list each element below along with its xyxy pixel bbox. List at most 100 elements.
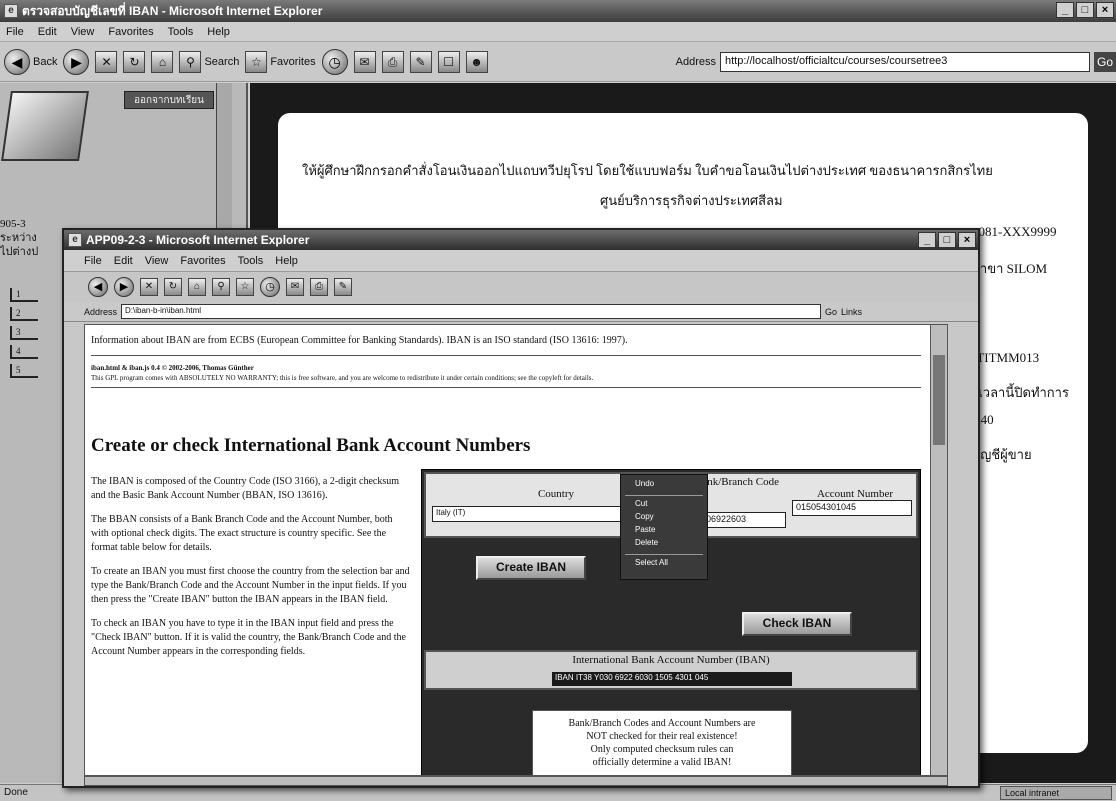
context-copy[interactable]: Copy: [625, 512, 703, 525]
popup-address-bar: Address D:\iban-b-in\iban.html Go Links: [64, 302, 978, 322]
security-zone: Local intranet: [1000, 786, 1112, 800]
popup-go-button[interactable]: Go: [825, 307, 837, 317]
tree-node[interactable]: 5: [10, 364, 38, 378]
popup-history-icon[interactable]: ◷: [260, 277, 280, 297]
left-thai-line: ไปต่างป: [0, 246, 39, 258]
iban-description: The IBAN is composed of the Country Code…: [91, 475, 411, 669]
popup-home-icon[interactable]: ⌂: [188, 278, 206, 296]
popup-search-icon[interactable]: ⚲: [212, 278, 230, 296]
context-select-all[interactable]: Select All: [625, 558, 703, 571]
back-label: Back: [33, 55, 58, 68]
popup-vertical-scrollbar[interactable]: [930, 324, 948, 776]
popup-back-icon[interactable]: ◀: [88, 277, 108, 297]
menu-view[interactable]: View: [71, 26, 95, 38]
context-paste[interactable]: Paste: [625, 525, 703, 538]
popup-menu-tools[interactable]: Tools: [238, 255, 264, 267]
popup-address-input[interactable]: D:\iban-b-in\iban.html: [121, 304, 822, 319]
stop-icon[interactable]: ✕: [95, 50, 118, 73]
close-icon[interactable]: ×: [1096, 2, 1114, 18]
print-icon[interactable]: ⎙: [381, 50, 404, 73]
account-number-input[interactable]: 015054301045: [792, 500, 912, 516]
history-icon[interactable]: ◷: [321, 48, 348, 75]
edit-icon[interactable]: ✎: [409, 50, 432, 73]
search-icon: ⚲: [179, 50, 202, 73]
context-undo[interactable]: Undo: [625, 479, 703, 492]
maximize-icon[interactable]: □: [1076, 2, 1094, 18]
context-cut[interactable]: Cut: [625, 499, 703, 512]
popup-menu-help[interactable]: Help: [275, 255, 298, 267]
forward-button[interactable]: ▶: [63, 48, 90, 75]
note-line: Bank/Branch Codes and Account Numbers ar…: [568, 718, 756, 729]
popup-close-icon[interactable]: ×: [958, 232, 976, 248]
description-paragraph: To create an IBAN you must first choose …: [91, 566, 410, 605]
form-text-code: ITITMM013: [972, 350, 1040, 365]
menu-favorites[interactable]: Favorites: [108, 26, 153, 38]
popup-menu-view[interactable]: View: [145, 255, 169, 267]
note-line: Only computed checksum rules can: [590, 744, 734, 755]
outer-window-title: ตรวจสอบบัญชีเลขที่ IBAN - Microsoft Inte…: [22, 3, 323, 18]
refresh-icon[interactable]: ↻: [123, 50, 146, 73]
status-text: Done: [4, 787, 28, 798]
exit-lesson-button[interactable]: ออกจากบทเรียน: [124, 91, 214, 109]
iban-output-title: International Bank Account Number (IBAN): [572, 654, 770, 666]
context-delete[interactable]: Delete: [625, 538, 703, 551]
popup-menu-edit[interactable]: Edit: [114, 255, 133, 267]
iban-output-panel: International Bank Account Number (IBAN)…: [424, 650, 918, 690]
left-thai-line: ระหว่าง: [0, 232, 37, 244]
popup-links[interactable]: Links: [841, 307, 862, 317]
check-iban-button[interactable]: Check IBAN: [742, 612, 852, 636]
popup-menu-favorites[interactable]: Favorites: [180, 255, 225, 267]
menu-tools[interactable]: Tools: [168, 26, 194, 38]
go-button[interactable]: Go: [1094, 51, 1116, 72]
popup-titlebar: e APP09-2-3 - Microsoft Internet Explore…: [64, 230, 978, 250]
account-number-header: Account Number: [816, 488, 894, 500]
tree-node[interactable]: 1: [10, 288, 38, 302]
menu-help[interactable]: Help: [207, 26, 230, 38]
popup-edit-icon[interactable]: ✎: [334, 278, 352, 296]
favorites-label: Favorites: [270, 55, 316, 68]
address-bar: Address http://localhost/officialtcu/cou…: [675, 51, 1116, 72]
popup-menu-file[interactable]: File: [84, 255, 102, 267]
popup-maximize-icon[interactable]: □: [938, 232, 956, 248]
popup-print-icon[interactable]: ⎙: [310, 278, 328, 296]
messenger-icon[interactable]: ☻: [465, 50, 488, 73]
create-iban-button[interactable]: Create IBAN: [476, 556, 586, 580]
popup-toolbar: ◀ ▶ ✕ ↻ ⌂ ⚲ ☆ ◷ ✉ ⎙ ✎: [64, 272, 978, 302]
form-text-seller: บัญชีผู้ขาย: [972, 447, 1032, 462]
address-input[interactable]: http://localhost/officialtcu/courses/cou…: [720, 51, 1090, 72]
popup-address-label: Address: [84, 306, 118, 317]
popup-stop-icon[interactable]: ✕: [140, 278, 158, 296]
popup-horizontal-scrollbar[interactable]: [84, 776, 948, 786]
popup-refresh-icon[interactable]: ↻: [164, 278, 182, 296]
popup-mail-icon[interactable]: ✉: [286, 278, 304, 296]
divider: [91, 387, 921, 388]
page-heading: Create or check International Bank Accou…: [91, 435, 531, 456]
country-select-value: Italy (IT): [436, 508, 466, 517]
desktop-screen: e ตรวจสอบบัญชีเลขที่ IBAN - Microsoft In…: [0, 0, 1116, 801]
scroll-thumb[interactable]: [933, 355, 945, 445]
minimize-icon[interactable]: _: [1056, 2, 1074, 18]
tree-node[interactable]: 3: [10, 326, 38, 340]
tree-node[interactable]: 4: [10, 345, 38, 359]
menu-edit[interactable]: Edit: [38, 26, 57, 38]
lesson-instruction: ให้ผู้ศึกษาฝึกกรอกคำสั่งโอนเงินออกไปแถบท…: [302, 163, 993, 178]
iban-input[interactable]: IBAN IT38 Y030 6922 6030 1505 4301 045: [552, 672, 792, 686]
ecbs-info-line: Information about IBAN are from ECBS (Eu…: [91, 335, 628, 346]
menu-separator: [625, 554, 703, 555]
note-line: officially determine a valid IBAN!: [592, 757, 732, 768]
popup-favorites-icon[interactable]: ☆: [236, 278, 254, 296]
popup-forward-icon[interactable]: ▶: [114, 277, 134, 297]
mail-icon[interactable]: ✉: [353, 50, 376, 73]
popup-minimize-icon[interactable]: _: [918, 232, 936, 248]
home-icon[interactable]: ⌂: [151, 50, 174, 73]
address-label: Address: [675, 55, 716, 68]
form-text-closing: งเวลานี้ปิดทำการ: [972, 385, 1069, 400]
tree-node[interactable]: 2: [10, 307, 38, 321]
discuss-icon[interactable]: ☐: [437, 50, 460, 73]
favorites-button[interactable]: ☆ Favorites: [245, 50, 316, 73]
lesson-tree: 1 2 3 4 5: [10, 288, 38, 378]
left-panel-text: 905-3 ระหว่าง ไปต่างป: [0, 217, 60, 259]
search-button[interactable]: ⚲ Search: [179, 50, 239, 73]
menu-file[interactable]: File: [6, 26, 24, 38]
back-button[interactable]: ◀ Back: [4, 48, 58, 75]
